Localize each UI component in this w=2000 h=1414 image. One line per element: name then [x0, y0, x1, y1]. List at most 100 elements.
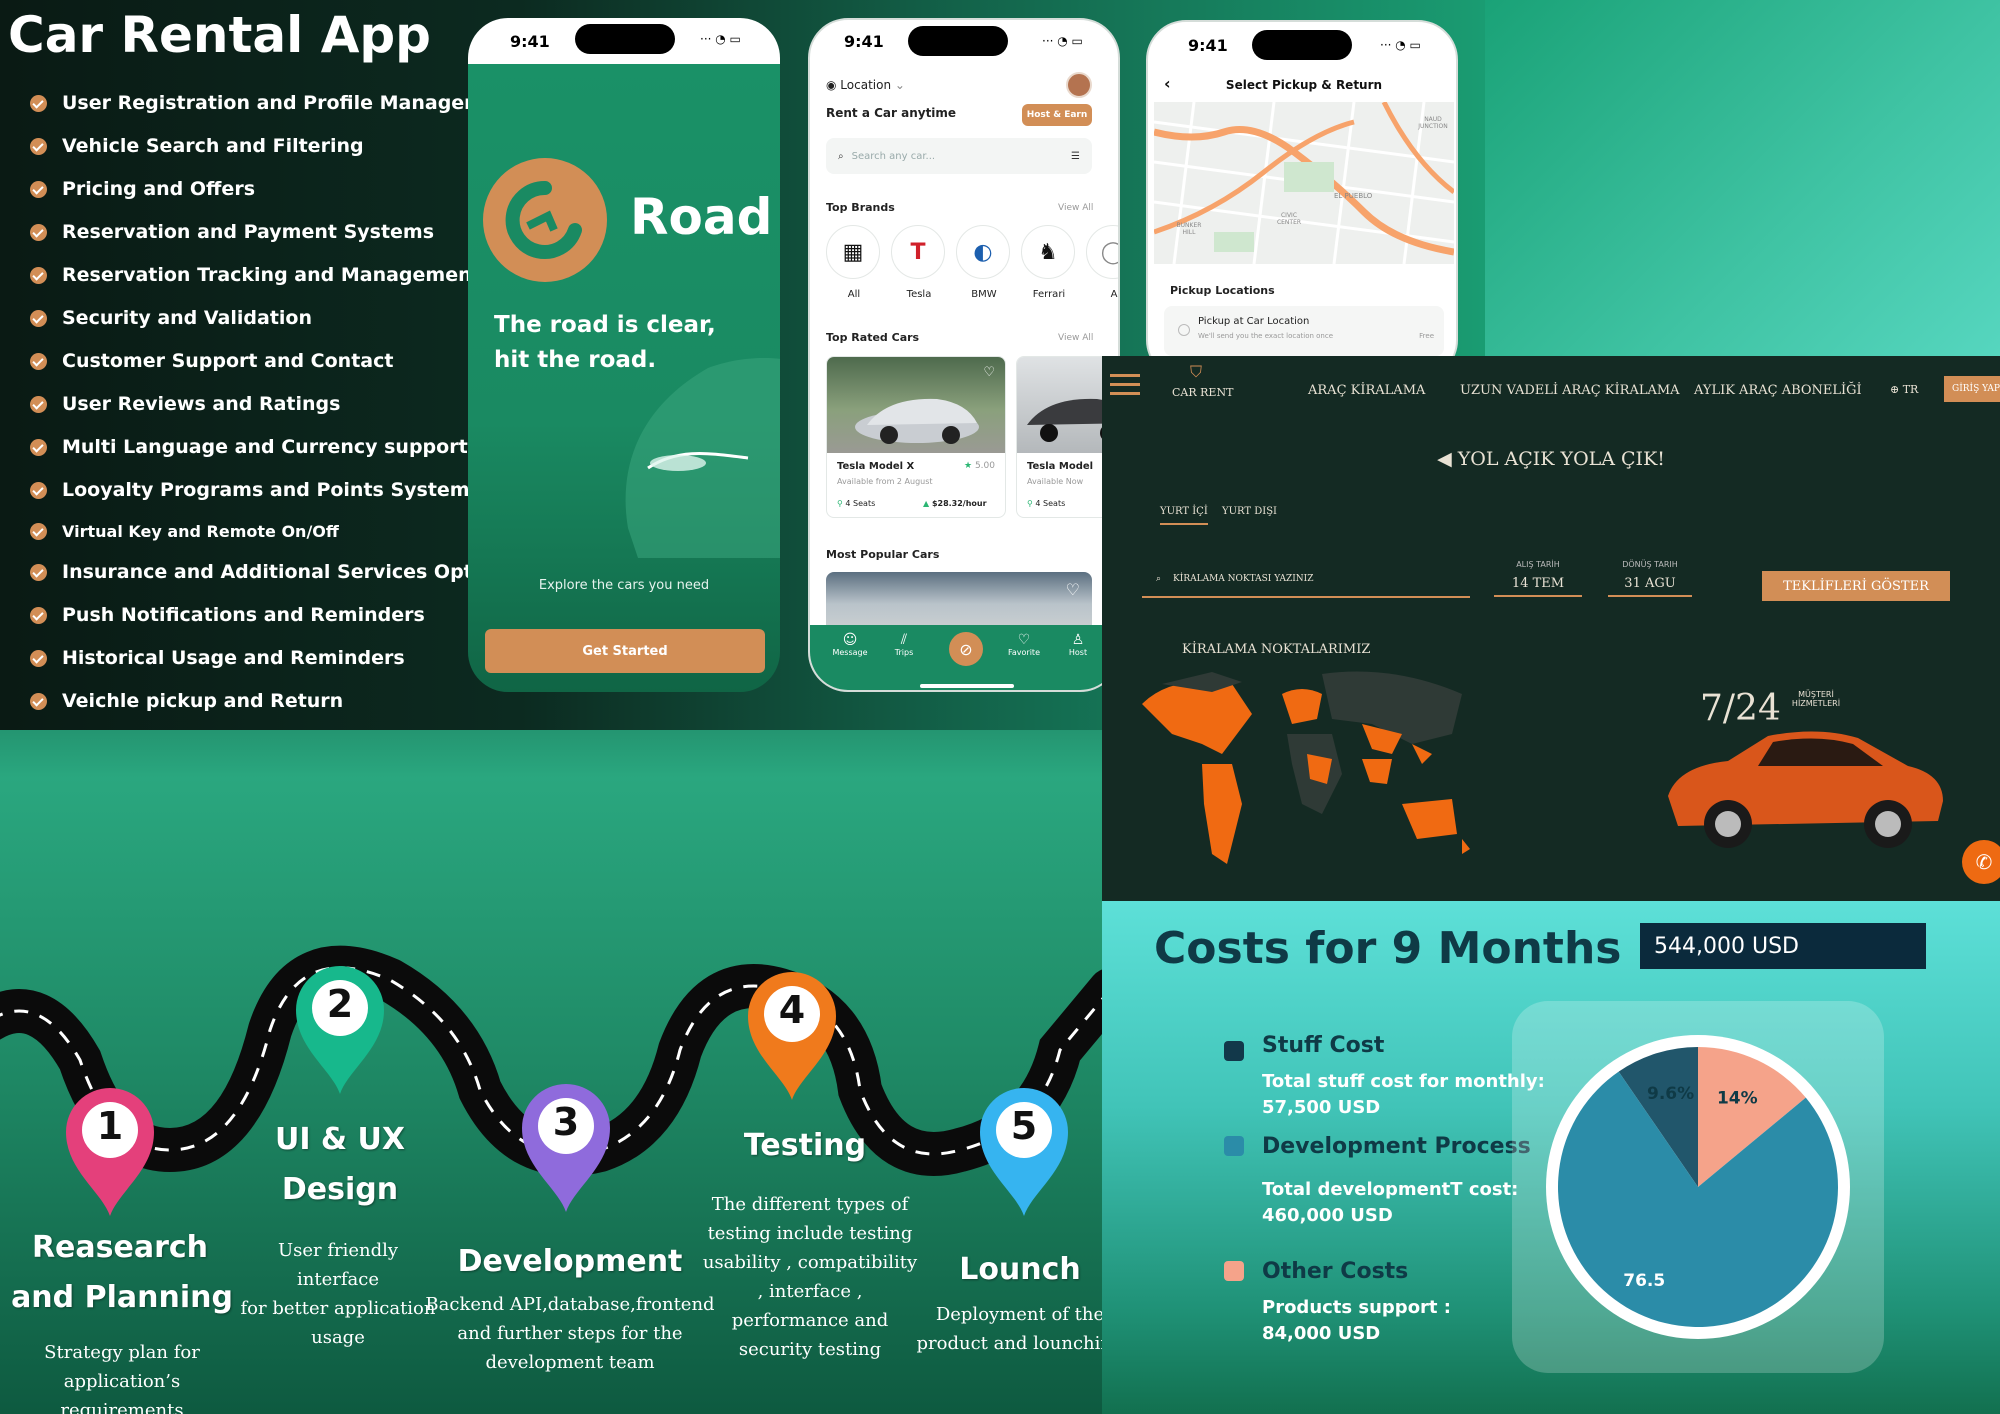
step-1-title-2: and Planning: [11, 1280, 233, 1315]
feature-label: Historical Usage and Reminders: [62, 647, 405, 669]
legend-title: Development Process: [1262, 1134, 1531, 1159]
filter-icon[interactable]: ☰: [1071, 151, 1080, 162]
car-photo: [827, 357, 1005, 453]
pickup-map[interactable]: NAUD JUNCTION EL PUEBLO CIVIC CENTER BUN…: [1154, 102, 1454, 264]
step-2-title: UI & UX: [274, 1122, 406, 1157]
site-logo[interactable]: CAR RENT: [1172, 386, 1233, 399]
car-name: Tesla Model: [1027, 461, 1094, 472]
brand-logo-icon: ◯: [1086, 225, 1118, 279]
brand-item[interactable]: ▦ All: [826, 225, 882, 300]
pickup-date-input[interactable]: 14 TEM: [1494, 576, 1582, 597]
pickup-option[interactable]: Pickup at Car Location We'll send you th…: [1164, 306, 1444, 356]
search-icon: ⌕: [1156, 574, 1162, 584]
step-pin: 3: [518, 1078, 614, 1214]
feature-item: User Reviews and Ratings: [30, 389, 470, 419]
brand-item[interactable]: ◯A: [1086, 225, 1118, 300]
step-5-desc: Deployment of the product and lounching: [916, 1304, 1124, 1354]
step-2-title-2: Design: [281, 1172, 399, 1207]
tab-abroad[interactable]: YURT DIŞI: [1222, 506, 1277, 517]
tagline-line1: The road is clear,: [494, 312, 716, 338]
tab-label: Host: [1068, 648, 1088, 657]
feature-item: Reservation and Payment Systems: [30, 217, 470, 247]
nav-item[interactable]: AYLIK ARAÇ ABONELİĞİ: [1694, 383, 1862, 398]
step-number: 5: [1010, 1104, 1038, 1148]
tab-trips[interactable]: ⫽ Trips: [876, 632, 932, 657]
brand-item[interactable]: T Tesla: [891, 225, 947, 300]
pickup-locations-heading: Pickup Locations: [1170, 284, 1275, 297]
tab-center-button[interactable]: ⊘: [946, 629, 986, 669]
language-selector[interactable]: ⊕ TR: [1890, 383, 1918, 396]
brand-item[interactable]: ◐ BMW: [956, 225, 1012, 300]
phone-splash: 9:41 ··· ◔ ▭ Road The road is clear, hit…: [468, 18, 780, 692]
search-input[interactable]: ⌕ Search any car... ☰: [826, 138, 1092, 174]
get-started-button[interactable]: Get Started: [485, 629, 765, 673]
feature-label: User Registration and Profile Management: [62, 92, 520, 114]
status-icons: ··· ◔ ▭: [1042, 34, 1083, 48]
show-offers-button[interactable]: TEKLİFLERİ GÖSTER: [1762, 571, 1950, 601]
status-icons: ··· ◔ ▭: [1380, 38, 1421, 52]
chat-icon: ☺: [842, 632, 858, 648]
feature-label: Multi Language and Currency support: [62, 436, 468, 458]
feature-item: Veichle pickup and Return: [30, 686, 470, 716]
star-icon: ★: [964, 461, 975, 471]
nav-item[interactable]: ARAÇ KİRALAMA: [1308, 383, 1425, 398]
road-logo-icon: [483, 158, 607, 282]
brand-item[interactable]: ♞ Ferrari: [1021, 225, 1077, 300]
location-selector[interactable]: ◉ Location ⌄: [826, 78, 905, 92]
step-pin: 4: [744, 966, 840, 1102]
ferrari-logo-icon: ♞: [1021, 225, 1075, 279]
brand-label: BMW: [971, 289, 997, 300]
pie-label: 14%: [1717, 1088, 1758, 1108]
feature-item: Customer Support and Contact: [30, 346, 470, 376]
subtitle: Rent a Car anytime: [826, 106, 957, 120]
screen-title: Select Pickup & Return: [1225, 78, 1383, 92]
phone-home: 9:41 ··· ◔ ▭ ◉ Location ⌄ Rent a Car any…: [808, 18, 1120, 692]
feature-item: User Registration and Profile Management: [30, 88, 519, 118]
feature-item: Reservation Tracking and Management: [30, 260, 481, 290]
view-all-link[interactable]: View All: [1058, 203, 1093, 213]
location-search-input[interactable]: ⌕ KİRALAMA NOKTASI YAZINIZ: [1142, 562, 1470, 598]
check-icon: [30, 266, 47, 284]
view-all-link[interactable]: View All: [1058, 333, 1093, 343]
world-map[interactable]: [1132, 664, 1477, 874]
feature-item: Security and Validation: [30, 303, 470, 333]
location-label: Location: [840, 78, 892, 92]
feature-label: Push Notifications and Reminders: [62, 604, 425, 626]
step-3-desc: Backend API,database,frontend and further…: [425, 1294, 715, 1373]
feature-label: Insurance and Additional Services Option…: [62, 561, 518, 583]
status-time: 9:41: [844, 32, 884, 51]
avatar[interactable]: [1066, 72, 1092, 98]
login-button[interactable]: GİRİŞ YAP: [1944, 376, 2000, 402]
dynamic-island: [908, 26, 1008, 56]
heart-icon[interactable]: ♡: [1066, 580, 1080, 599]
tab-host[interactable]: ♙ Host: [1050, 632, 1106, 657]
tab-favorite[interactable]: ♡ Favorite: [996, 632, 1052, 657]
check-icon: [30, 692, 47, 710]
return-date-input[interactable]: 31 AGU: [1608, 576, 1692, 597]
top-rated-heading: Top Rated Cars: [826, 331, 920, 344]
car-availability: Available Now: [1027, 477, 1084, 486]
rental-points-heading: KİRALAMA NOKTALARIMIZ: [1182, 642, 1371, 657]
radio-button[interactable]: [1178, 324, 1190, 336]
nav-item[interactable]: UZUN VADELİ ARAÇ KİRALAMA: [1460, 383, 1680, 398]
check-icon: [30, 180, 47, 198]
car-card[interactable]: ♡ Tesla Model X ★ 5.00 Available from 2 …: [826, 356, 1006, 518]
phone-call-icon[interactable]: ✆: [1962, 840, 2000, 884]
map-pin-icon: [980, 1088, 1068, 1216]
car-seats: ⚲ 4 Seats: [1027, 499, 1066, 508]
tab-label: Favorite: [1008, 648, 1040, 657]
user-icon: ♙: [1071, 632, 1085, 648]
step-pin: 1: [62, 1082, 158, 1218]
heart-icon[interactable]: ♡: [983, 365, 995, 380]
host-earn-button[interactable]: Host & Earn: [1022, 104, 1092, 126]
tab-message[interactable]: ☺ Message: [822, 632, 878, 657]
tab-domestic[interactable]: YURT İÇİ: [1160, 506, 1208, 525]
menu-icon[interactable]: [1110, 374, 1140, 396]
map-pin-icon: [748, 972, 836, 1100]
pie-chart: 9.6% 14% 76.5: [1546, 1035, 1850, 1339]
status-icons: ··· ◔ ▭: [700, 32, 741, 46]
explore-text: Explore the cars you need: [538, 578, 710, 593]
feature-item: Push Notifications and Reminders: [30, 600, 470, 630]
home-indicator: [920, 684, 1014, 688]
search-icon: ⌕: [838, 150, 844, 162]
